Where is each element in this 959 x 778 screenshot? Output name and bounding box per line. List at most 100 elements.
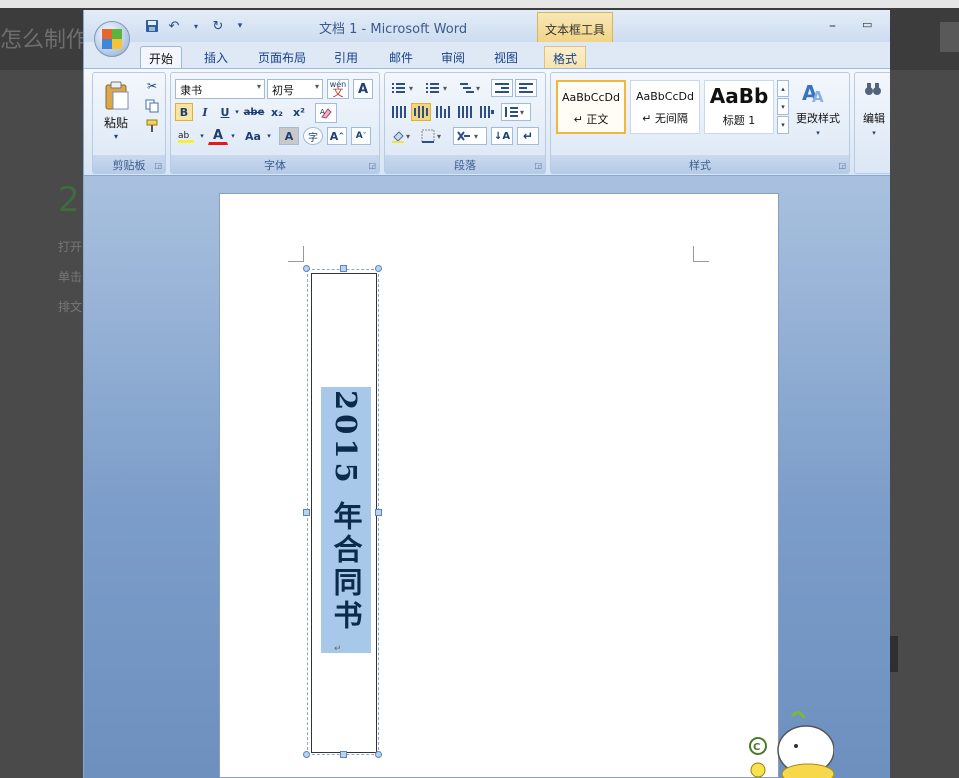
tab-insert[interactable]: 插入 [196,46,236,68]
change-case-button[interactable]: Aa [241,127,265,145]
editing-group: 编辑 ▾ [854,72,890,174]
char-shading-button[interactable]: A [279,127,299,145]
chevron-down-icon: ▾ [256,82,261,91]
shrink-font-button[interactable]: Aˇ [351,127,371,145]
char-border-button[interactable]: A [353,79,373,99]
tab-mailings[interactable]: 邮件 [381,46,421,68]
font-color-button[interactable]: A [208,127,228,145]
tab-view[interactable]: 视图 [486,46,526,68]
resize-handle[interactable] [340,751,347,758]
tab-references[interactable]: 引用 [326,46,366,68]
editing-label[interactable]: 编辑 [859,111,889,125]
increase-indent-icon[interactable] [515,79,537,97]
binoculars-icon[interactable] [861,79,885,99]
dropdown-icon[interactable]: ▾ [188,18,204,34]
tab-home[interactable]: 开始 [140,46,183,68]
font-color-dropdown-icon[interactable]: ▾ [229,127,237,145]
word-window: ↶ ▾ ↻ ▾ 文档 1 - Microsoft Word 文本框工具 – ▭ … [83,10,890,778]
highlight-icon[interactable]: ab [175,127,197,145]
undo-icon[interactable]: ↶ [166,18,182,34]
change-case-dropdown-icon[interactable]: ▾ [265,127,273,145]
style-no-spacing[interactable]: AaBbCcDd ↵ 无间隔 [630,80,700,134]
editing-dropdown-icon[interactable]: ▾ [867,129,881,137]
document-workspace: 2015 年合同书 ↵ C [84,176,890,778]
style-name: 标题 1 [722,114,756,127]
strikethrough-button[interactable]: abe [243,103,265,121]
styles-scroll-down-icon[interactable]: ▾ [777,98,789,115]
clear-formatting-icon[interactable]: A [315,103,337,123]
text-box[interactable]: 2015 年合同书 ↵ [303,265,382,758]
resize-handle[interactable] [375,509,382,516]
line-spacing-icon[interactable]: ▾ [501,103,531,121]
paste-dropdown-icon[interactable]: ▾ [109,131,123,141]
tab-review[interactable]: 审阅 [433,46,473,68]
cut-icon[interactable]: ✂ [143,77,161,95]
align-center-icon[interactable] [411,103,431,121]
italic-button[interactable]: I [197,103,213,121]
tab-page-layout[interactable]: 页面布局 [250,46,314,68]
align-left-icon[interactable] [389,103,409,121]
font-launcher-icon[interactable]: ◲ [368,161,376,170]
step-number: 2 [58,180,80,220]
styles-launcher-icon[interactable]: ◲ [838,161,846,170]
decrease-indent-icon[interactable] [491,79,513,97]
vertical-text[interactable]: 2015 年合同书 [321,387,371,653]
bold-button[interactable]: B [175,103,193,121]
grow-font-button[interactable]: A ^ [327,127,347,145]
highlight-dropdown-icon[interactable]: ▾ [198,127,206,145]
numbering-icon[interactable]: ▾ [423,79,455,97]
redo-icon[interactable]: ↻ [210,18,226,34]
tab-format[interactable]: 格式 [544,46,587,68]
shading-icon[interactable]: ▾ [389,127,417,145]
customize-qat-icon[interactable]: ▾ [232,18,248,34]
asian-layout-icon[interactable]: ▾ [453,127,487,145]
superscript-button[interactable]: x² [289,103,309,121]
styles-scroll-up-icon[interactable]: ▴ [777,80,789,97]
bullets-icon[interactable]: ▾ [389,79,421,97]
change-styles-icon[interactable]: AA [795,79,835,107]
paste-label[interactable]: 粘贴 [99,115,133,130]
font-size-combo[interactable]: 初号 ▾ [267,79,323,99]
document-page[interactable]: 2015 年合同书 ↵ [219,193,779,778]
style-name: ↵ 无间隔 [642,112,688,125]
paste-icon[interactable] [97,79,137,113]
distributed-icon[interactable] [477,103,497,121]
copy-icon[interactable] [143,97,161,115]
show-marks-button[interactable]: ↵ [517,127,539,145]
shrink-font-label: A [355,131,363,141]
resize-handle[interactable] [375,265,382,272]
minimize-button[interactable]: – [829,18,836,34]
underline-button[interactable]: U [217,103,233,121]
paragraph-launcher-icon[interactable]: ◲ [534,161,542,170]
phonetic-guide-button[interactable]: wén 文 [327,79,349,99]
ribbon: 粘贴 ▾ ✂ 剪贴板 ◲ 隶书 ▾ 初号 ▾ wén 文 A B I U ▾ abe … [84,68,890,176]
subscript-button[interactable]: x₂ [267,103,287,121]
resize-handle[interactable] [375,751,382,758]
save-icon[interactable] [144,18,160,34]
side-widget[interactable] [940,22,959,52]
change-styles-label[interactable]: 更改样式 [791,111,845,125]
resize-handle[interactable] [303,751,310,758]
format-painter-icon[interactable] [143,117,161,135]
change-styles-dropdown-icon[interactable]: ▾ [811,129,825,137]
enclose-char-button[interactable]: 字 [303,127,323,145]
resize-handle[interactable] [340,265,347,272]
font-name-combo[interactable]: 隶书 ▾ [175,79,265,99]
window-title: 文档 1 - Microsoft Word [319,22,468,37]
multilevel-list-icon[interactable]: ▾ [457,79,487,97]
borders-icon[interactable]: ▾ [419,127,449,145]
styles-more-icon[interactable]: ▾ [777,116,789,134]
svg-text:C: C [753,742,760,753]
sort-button[interactable]: ↓A [491,127,513,145]
maximize-button[interactable]: ▭ [862,18,872,31]
clipboard-launcher-icon[interactable]: ◲ [154,161,162,170]
style-normal[interactable]: AaBbCcDd ↵ 正文 [556,80,626,134]
resize-handle[interactable] [303,265,310,272]
align-right-icon[interactable] [433,103,453,121]
style-sample: AaBbCcDd [562,91,620,104]
resize-handle[interactable] [303,509,310,516]
style-heading-1[interactable]: AaBb 标题 1 [704,80,774,134]
underline-dropdown-icon[interactable]: ▾ [233,103,241,121]
office-button[interactable] [94,21,130,57]
justify-icon[interactable] [455,103,475,121]
